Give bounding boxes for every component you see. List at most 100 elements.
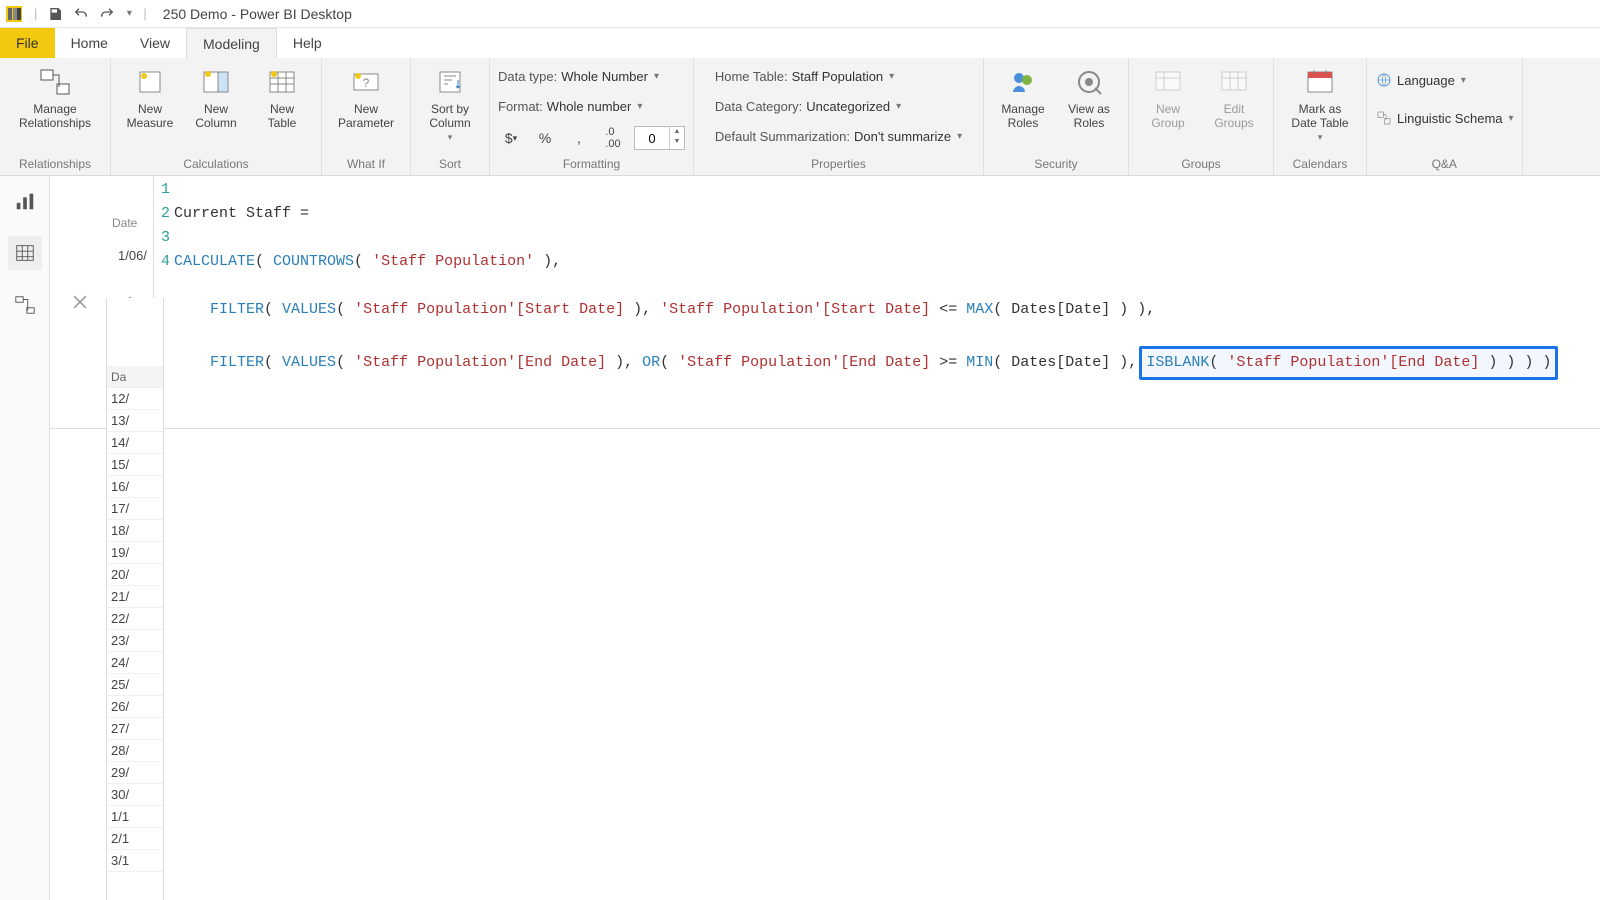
table-row[interactable]: 22/ (107, 608, 163, 630)
app-icon (6, 6, 22, 22)
table-row[interactable]: 28/ (107, 740, 163, 762)
table-row[interactable]: 17/ (107, 498, 163, 520)
group-qa-label: Q&A (1432, 155, 1457, 173)
tab-modeling[interactable]: Modeling (186, 28, 277, 58)
sort-icon (432, 64, 468, 100)
tab-home[interactable]: Home (55, 28, 124, 58)
new-table-button[interactable]: New Table (251, 62, 313, 132)
thousands-button[interactable]: , (566, 126, 592, 150)
model-view-button[interactable] (8, 288, 42, 322)
table-row[interactable]: 14/ (107, 432, 163, 454)
group-sort: Sort by Column ▾ Sort (411, 58, 490, 175)
data-grid[interactable]: Da 12/ 13/ 14/ 15/ 16/ 17/ 18/ 19/ 20/ 2… (106, 298, 164, 900)
formula-editor[interactable]: Current Staff = CALCULATE( COUNTROWS( 'S… (174, 176, 1600, 428)
table-row[interactable]: 29/ (107, 762, 163, 784)
edit-groups-button[interactable]: Edit Groups (1203, 62, 1265, 132)
table-row[interactable]: 1/1 (107, 806, 163, 828)
new-column-button[interactable]: New Column (185, 62, 247, 132)
peek-header: Date (112, 216, 137, 230)
group-properties-label: Properties (811, 155, 866, 173)
report-view-button[interactable] (8, 184, 42, 218)
table-row[interactable]: 15/ (107, 454, 163, 476)
group-formatting-label: Formatting (563, 155, 620, 173)
column-header[interactable]: Da (107, 366, 163, 388)
table-row[interactable]: 13/ (107, 410, 163, 432)
chevron-down-icon: ▾ (957, 131, 962, 142)
edit-groups-icon (1216, 64, 1252, 100)
decimals-input[interactable] (635, 127, 669, 149)
table-row[interactable]: 20/ (107, 564, 163, 586)
group-groups-label: Groups (1181, 155, 1220, 173)
group-sort-label: Sort (439, 155, 461, 173)
table-row[interactable]: 16/ (107, 476, 163, 498)
tab-view[interactable]: View (124, 28, 186, 58)
group-relationships-label: Relationships (19, 155, 91, 173)
manage-relationships-button[interactable]: Manage Relationships (8, 62, 102, 132)
table-row[interactable]: 21/ (107, 586, 163, 608)
group-security: Manage Roles View as Roles Security (984, 58, 1129, 175)
qat-separator: | (34, 6, 37, 21)
table-row[interactable]: 23/ (107, 630, 163, 652)
group-relationships: Manage Relationships Relationships (0, 58, 111, 175)
table-row[interactable]: 25/ (107, 674, 163, 696)
mark-as-date-table-button[interactable]: Mark as Date Table ▾ (1282, 62, 1358, 143)
qat-more-button[interactable]: ▾ (121, 2, 137, 26)
view-roles-icon (1071, 64, 1107, 100)
parameter-icon: ? (348, 64, 384, 100)
linguistic-schema-dropdown[interactable]: Linguistic Schema ▾ (1375, 106, 1514, 130)
manage-roles-button[interactable]: Manage Roles (992, 62, 1054, 132)
currency-button[interactable]: $▾ (498, 126, 524, 150)
view-switcher (0, 176, 50, 900)
group-whatif-label: What If (347, 155, 385, 173)
format-dropdown[interactable]: Format: Whole number ▾ (498, 94, 642, 118)
ribbon: Manage Relationships Relationships New M… (0, 58, 1600, 176)
decimals-up[interactable]: ▲ (670, 127, 684, 137)
undo-button[interactable] (69, 2, 93, 26)
home-table-dropdown[interactable]: Home Table: Staff Population ▾ (715, 64, 894, 88)
group-calendars: Mark as Date Table ▾ Calendars (1274, 58, 1367, 175)
chevron-down-icon: ▾ (896, 101, 901, 112)
table-row[interactable]: 12/ (107, 388, 163, 410)
table-row[interactable]: 3/1 (107, 850, 163, 872)
table-row[interactable]: 18/ (107, 520, 163, 542)
group-whatif: ? New Parameter What If (322, 58, 411, 175)
formula-highlight: ISBLANK( 'Staff Population'[End Date] ) … (1139, 346, 1558, 380)
peek-value: 1/06/ (118, 248, 147, 263)
data-view-button[interactable] (8, 236, 42, 270)
data-category-dropdown[interactable]: Data Category: Uncategorized ▾ (715, 94, 901, 118)
new-parameter-button[interactable]: ? New Parameter (330, 62, 402, 132)
chevron-down-icon: ▾ (889, 71, 894, 82)
redo-button[interactable] (95, 2, 119, 26)
chevron-down-icon: ▾ (654, 71, 659, 82)
new-group-button[interactable]: New Group (1137, 62, 1199, 132)
data-type-dropdown[interactable]: Data type: Whole Number ▾ (498, 64, 659, 88)
table-row[interactable]: 27/ (107, 718, 163, 740)
view-as-roles-button[interactable]: View as Roles (1058, 62, 1120, 132)
table-row[interactable]: 30/ (107, 784, 163, 806)
qat-separator-2: | (143, 6, 146, 21)
table-row[interactable]: 26/ (107, 696, 163, 718)
decimals-down[interactable]: ▼ (670, 137, 684, 147)
table-row[interactable]: 24/ (107, 652, 163, 674)
tab-file[interactable]: File (0, 28, 55, 58)
column-icon (198, 64, 234, 100)
sort-by-column-button[interactable]: Sort by Column ▾ (419, 62, 481, 143)
save-button[interactable] (43, 2, 67, 26)
group-calculations: New Measure New Column New Table Calcula… (111, 58, 322, 175)
globe-icon (1375, 72, 1393, 88)
table-row[interactable]: 2/1 (107, 828, 163, 850)
language-dropdown[interactable]: Language ▾ (1375, 68, 1466, 92)
roles-icon (1005, 64, 1041, 100)
cancel-formula-button[interactable] (66, 288, 94, 316)
formula-bar: 1 2 3 4 Current Staff = CALCULATE( COUNT… (50, 176, 1600, 429)
tab-help[interactable]: Help (277, 28, 338, 58)
default-summarization-dropdown[interactable]: Default Summarization: Don't summarize ▾ (715, 124, 962, 148)
group-groups: New Group Edit Groups Groups (1129, 58, 1274, 175)
svg-text:?: ? (363, 76, 370, 90)
percent-button[interactable]: % (532, 126, 558, 150)
chevron-down-icon: ▾ (637, 101, 642, 112)
titlebar: | ▾ | 250 Demo - Power BI Desktop (0, 0, 1600, 28)
table-row[interactable]: 19/ (107, 542, 163, 564)
schema-icon (1375, 110, 1393, 126)
new-measure-button[interactable]: New Measure (119, 62, 181, 132)
